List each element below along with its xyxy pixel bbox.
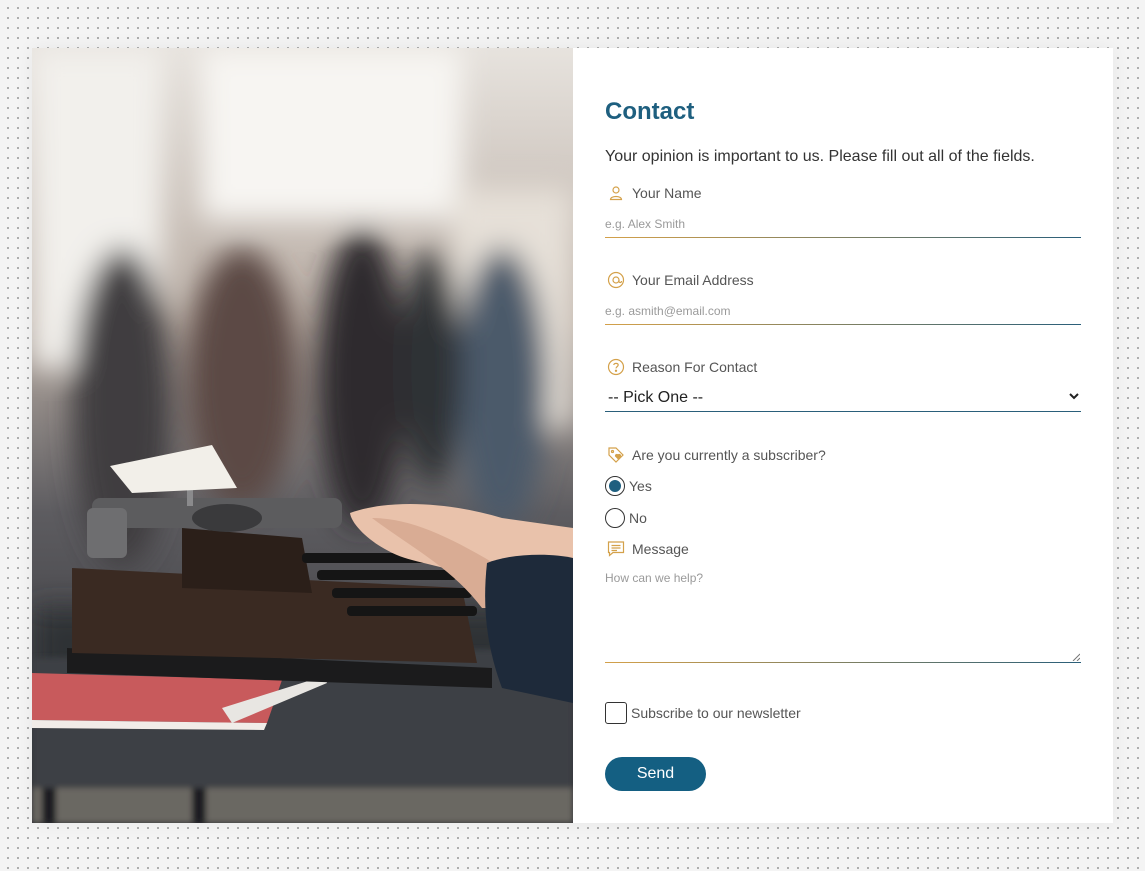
email-label-text: Your Email Address <box>632 272 754 288</box>
contact-card: Contact Your opinion is important to us.… <box>32 48 1113 823</box>
subscriber-no-label: No <box>629 510 647 526</box>
name-input[interactable] <box>605 211 1081 238</box>
subscriber-yes-label: Yes <box>629 478 652 494</box>
intro-text: Your opinion is important to us. Please … <box>605 148 1035 165</box>
name-label-text: Your Name <box>632 185 702 201</box>
email-label: Your Email Address <box>607 271 754 289</box>
email-input[interactable] <box>605 298 1081 325</box>
contact-form: Contact Your opinion is important to us.… <box>573 48 1113 823</box>
reason-label: Reason For Contact <box>607 358 757 376</box>
subscriber-yes-option[interactable]: Yes <box>605 476 652 496</box>
name-label: Your Name <box>607 184 702 202</box>
message-label: Message <box>607 540 689 558</box>
user-icon <box>607 184 625 202</box>
message-textarea[interactable]: How can we help? <box>605 566 1081 663</box>
subscriber-no-option[interactable]: No <box>605 508 647 528</box>
send-button[interactable]: Send <box>605 757 706 791</box>
newsletter-checkbox[interactable] <box>605 702 627 724</box>
newsletter-option[interactable]: Subscribe to our newsletter <box>605 702 801 724</box>
subscriber-yes-radio[interactable] <box>605 476 625 496</box>
chevron-down-icon <box>1067 389 1081 408</box>
message-label-text: Message <box>632 541 689 557</box>
page-title: Contact <box>605 98 695 125</box>
reason-select[interactable]: -- Pick One -- <box>605 385 1081 412</box>
chat-icon <box>607 540 625 558</box>
newsletter-label: Subscribe to our newsletter <box>631 705 801 721</box>
at-icon <box>607 271 625 289</box>
subscriber-label: Are you currently a subscriber? <box>607 446 826 464</box>
reason-label-text: Reason For Contact <box>632 359 758 375</box>
subscriber-no-radio[interactable] <box>605 508 625 528</box>
typewriter-photo <box>32 48 573 823</box>
question-icon <box>607 358 625 376</box>
message-placeholder: How can we help? <box>605 571 704 585</box>
reason-select-value: -- Pick One -- <box>608 389 704 406</box>
tag-icon <box>607 446 625 464</box>
resize-grip-icon[interactable] <box>1072 653 1080 661</box>
subscriber-label-text: Are you currently a subscriber? <box>632 447 826 463</box>
